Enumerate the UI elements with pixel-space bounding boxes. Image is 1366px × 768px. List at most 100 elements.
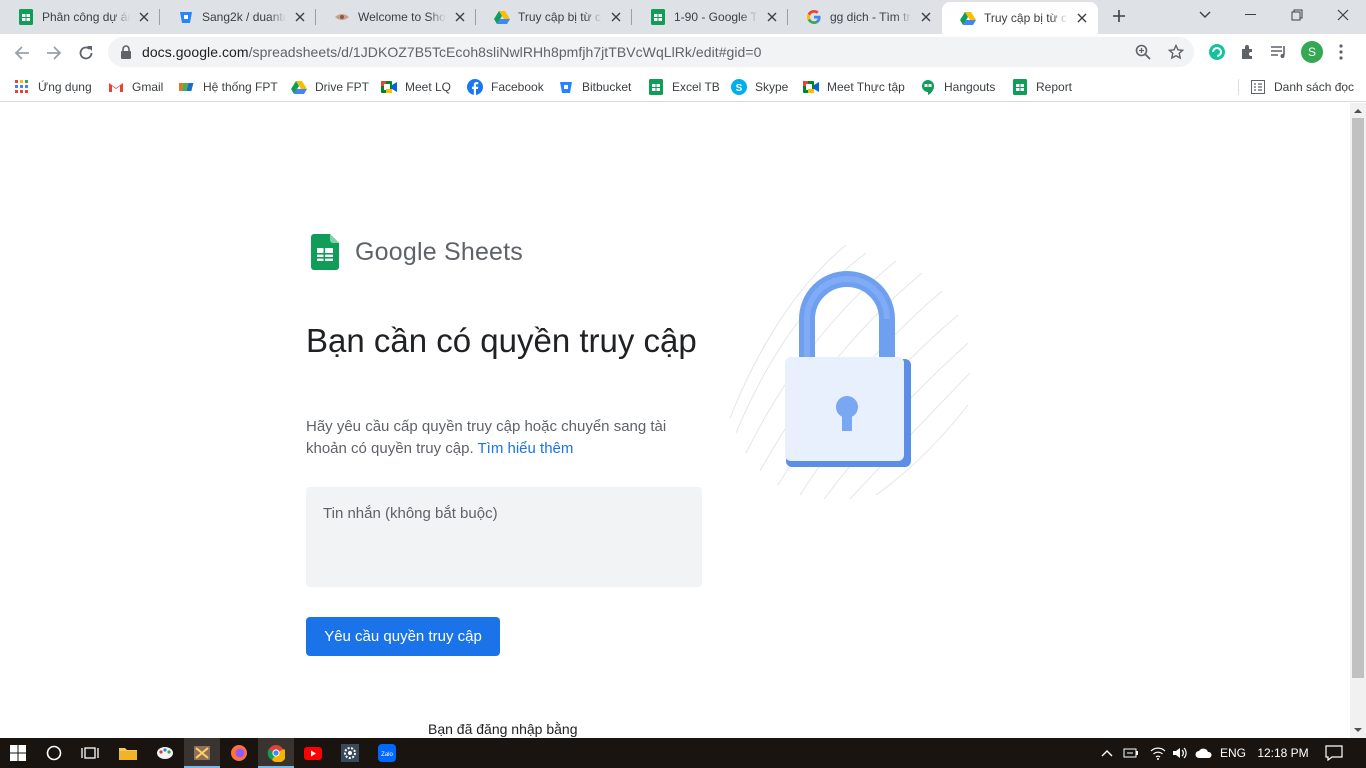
tab-strip: Phân công dự án Sang2k / duantot Welcome… <box>0 0 1366 34</box>
message-input[interactable] <box>306 487 702 587</box>
close-icon[interactable] <box>292 9 308 25</box>
tab-1-90[interactable]: 1-90 - Google Tra <box>632 0 788 34</box>
forward-button[interactable] <box>40 39 68 67</box>
bookmark-facebook[interactable]: Facebook <box>467 76 544 98</box>
bookmarks-bar: Ứng dụng Gmail Hệ thống FPT Drive FPT Me… <box>0 71 1366 102</box>
search-circle-icon <box>46 745 62 761</box>
scroll-down-arrow-icon[interactable] <box>1354 726 1362 734</box>
bookmark-excel-tb[interactable]: Excel TB <box>648 76 720 98</box>
start-button[interactable] <box>0 738 36 768</box>
drive-icon <box>494 9 510 25</box>
bookmark-label: Excel TB <box>672 80 720 94</box>
bookmark-hangouts[interactable]: Hangouts <box>920 76 995 98</box>
tab-search-button[interactable] <box>1182 0 1228 30</box>
reading-list-label: Danh sách đọc <box>1274 80 1355 94</box>
taskbar-chrome[interactable] <box>258 738 294 768</box>
reading-list-button[interactable]: Danh sách đọc <box>1250 76 1354 98</box>
taskbar-app-tools[interactable] <box>184 738 220 768</box>
taskbar-app-paint[interactable] <box>147 738 183 768</box>
page-scrollbar[interactable] <box>1350 103 1366 738</box>
scrollbar-thumb[interactable] <box>1352 118 1364 678</box>
bookmark-gmail[interactable]: Gmail <box>108 76 163 98</box>
bookmarks-divider <box>1238 79 1239 95</box>
meet-icon <box>381 79 397 95</box>
zalo-icon: Zalo <box>378 744 396 762</box>
taskbar-file-explorer[interactable] <box>110 738 146 768</box>
windows-logo-icon <box>10 745 26 761</box>
task-view-icon <box>81 747 99 759</box>
learn-more-link[interactable]: Tìm hiểu thêm <box>478 440 574 457</box>
taskbar-settings-app[interactable] <box>332 738 368 768</box>
tab-gg-dich[interactable]: gg dịch - Tìm trên <box>788 0 942 34</box>
tab-title: Truy cập bị từ chối <box>518 10 602 24</box>
tab-welcome-shop[interactable]: Welcome to Shop <box>316 0 476 34</box>
taskbar-zalo[interactable]: Zalo <box>369 738 405 768</box>
close-window-button[interactable] <box>1320 0 1366 30</box>
page-content: Google Sheets Bạn cần có quyền truy cập … <box>0 103 1350 738</box>
bookmark-he-thong-fpt[interactable]: Hệ thống FPT <box>179 76 278 98</box>
tab-title: Phân công dự án <box>42 10 130 24</box>
bookmark-apps[interactable]: Ứng dụng <box>14 76 92 98</box>
google-icon <box>806 9 822 25</box>
task-view-button[interactable] <box>72 738 108 768</box>
back-button[interactable] <box>8 39 36 67</box>
new-tab-button[interactable] <box>1108 5 1130 27</box>
tab-phan-cong[interactable]: Phân công dự án <box>0 0 160 34</box>
reading-list-icon <box>1250 79 1266 95</box>
skype-icon: S <box>731 79 747 95</box>
bookmark-drive-fpt[interactable]: Drive FPT <box>291 76 369 98</box>
tab-truy-cap-active[interactable]: Truy cập bị từ chối <box>942 2 1098 34</box>
shop-icon <box>334 9 350 25</box>
bookmark-label: Hangouts <box>944 80 996 94</box>
padlock-illustration <box>729 244 971 499</box>
svg-text:Zalo: Zalo <box>381 752 393 758</box>
tab-title: Truy cập bị từ chối <box>984 11 1068 25</box>
tab-truy-cap-1[interactable]: Truy cập bị từ chối <box>476 0 632 34</box>
menu-kebab-icon[interactable] <box>1330 41 1352 63</box>
bookmark-skype[interactable]: S Skype <box>731 76 788 98</box>
bookmark-report[interactable]: Report <box>1012 76 1072 98</box>
restore-button[interactable] <box>1274 0 1320 30</box>
page-title: Bạn cần có quyền truy cập <box>306 322 697 359</box>
tray-onedrive-icon[interactable] <box>1194 738 1214 768</box>
close-icon[interactable] <box>764 9 780 25</box>
bookmark-label: Ứng dụng <box>38 80 92 94</box>
bookmark-star-icon[interactable] <box>1166 42 1186 62</box>
minimize-button[interactable] <box>1228 0 1274 30</box>
scroll-up-arrow-icon[interactable] <box>1354 107 1362 115</box>
request-access-button[interactable]: Yêu cầu quyền truy cập <box>306 617 500 656</box>
gmail-icon <box>108 79 124 95</box>
tray-language[interactable]: ENG <box>1218 738 1248 768</box>
bookmark-meet-thuc-tap[interactable]: Meet Thực tập <box>803 76 905 98</box>
reload-button[interactable] <box>72 39 100 67</box>
media-control-icon[interactable] <box>1268 41 1290 63</box>
extensions-puzzle-icon[interactable] <box>1237 41 1259 63</box>
lock-icon[interactable] <box>120 45 132 59</box>
close-icon[interactable] <box>608 9 624 25</box>
profile-avatar[interactable]: S <box>1301 41 1323 63</box>
address-bar[interactable]: docs.google.com/spreadsheets/d/1JDKOZ7B5… <box>108 37 1194 67</box>
taskbar-firefox[interactable] <box>221 738 257 768</box>
zoom-icon[interactable] <box>1133 42 1153 62</box>
sheets-icon <box>648 79 664 95</box>
tray-clock[interactable]: 12:18 PM <box>1252 738 1314 768</box>
tab-sang2k[interactable]: Sang2k / duantot <box>160 0 316 34</box>
notification-center-icon[interactable] <box>1320 738 1348 768</box>
search-button[interactable] <box>36 738 72 768</box>
taskbar-youtube[interactable] <box>295 738 331 768</box>
tray-volume-icon[interactable] <box>1170 738 1190 768</box>
tray-power-icon[interactable] <box>1122 738 1142 768</box>
windows-taskbar: Zalo ENG 12:18 PM <box>0 738 1366 768</box>
grammarly-extension-icon[interactable] <box>1206 41 1228 63</box>
close-icon[interactable] <box>136 9 152 25</box>
close-icon[interactable] <box>452 9 468 25</box>
bookmark-bitbucket[interactable]: Bitbucket <box>558 76 631 98</box>
fpt-icon <box>179 79 195 95</box>
close-icon[interactable] <box>1074 10 1090 26</box>
bookmark-meet-lq[interactable]: Meet LQ <box>381 76 451 98</box>
tray-overflow-chevron-icon[interactable] <box>1098 738 1116 768</box>
paint-icon <box>157 747 173 759</box>
close-icon[interactable] <box>918 9 934 25</box>
tray-wifi-icon[interactable] <box>1148 738 1168 768</box>
facebook-icon <box>467 79 483 95</box>
